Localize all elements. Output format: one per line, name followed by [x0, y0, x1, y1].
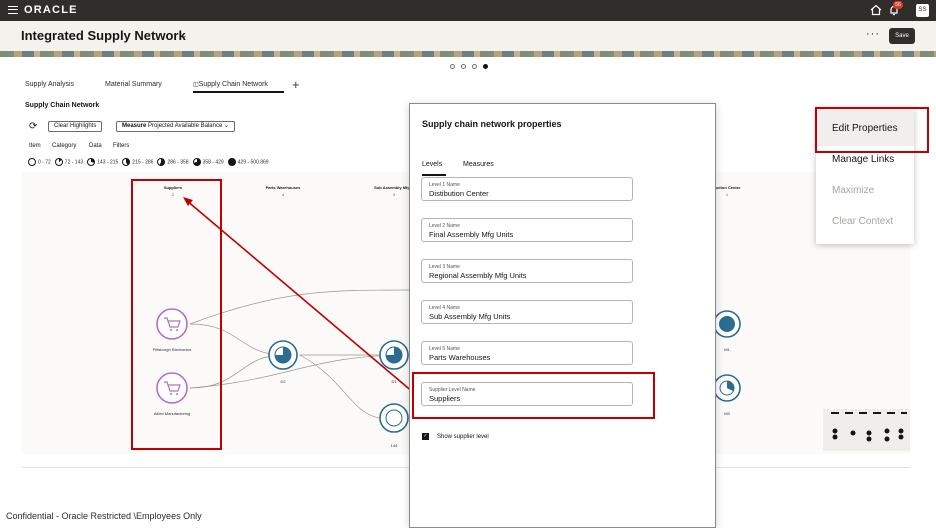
overview-map[interactable]: [823, 409, 910, 451]
field-label: Level 4 Name: [429, 305, 460, 311]
panel-title: Supply chain network properties: [422, 119, 562, 129]
show-supplier-level-checkbox[interactable]: ✓: [422, 433, 429, 440]
node-d1[interactable]: [379, 340, 409, 370]
menu-item-maximize[interactable]: Maximize: [832, 185, 874, 196]
node-label: D2: [280, 379, 286, 384]
field-label: Level 5 Name: [429, 346, 460, 352]
node-m1[interactable]: [713, 310, 741, 338]
level-3-name-field[interactable]: Level 3 Name Regional Assembly Mfg Units: [421, 259, 633, 283]
menu-item-manage-links[interactable]: Manage Links: [832, 154, 894, 165]
node-m3[interactable]: [713, 374, 741, 402]
annotation-box-edit-properties: [815, 107, 929, 153]
level-2-name-field[interactable]: Level 2 Name Final Assembly Mfg Units: [421, 218, 633, 242]
tab-measures[interactable]: Measures: [463, 161, 494, 168]
field-value: Final Assembly Mfg Units: [429, 230, 514, 239]
confidential-footer: Confidential - Oracle Restricted \Employ…: [6, 511, 202, 521]
menu-item-clear-context[interactable]: Clear Context: [832, 216, 893, 227]
level-1-name-field[interactable]: Level 1 Name Distibution Center: [421, 177, 633, 201]
field-value: Sub Assembly Mfg Units: [429, 312, 511, 321]
tab-levels[interactable]: Levels: [422, 161, 442, 168]
level-5-name-field[interactable]: Level 5 Name Parts Warehouses: [421, 341, 633, 365]
field-label: Level 2 Name: [429, 223, 460, 229]
supply-chain-network-properties-panel: Supply chain network properties Levels M…: [409, 103, 716, 528]
network-links: [189, 289, 410, 419]
field-value: Distibution Center: [429, 189, 489, 198]
field-value: Regional Assembly Mfg Units: [429, 271, 527, 280]
annotation-box-suppliers-column: [131, 179, 222, 450]
show-supplier-level-label: Show supplier level: [437, 434, 489, 440]
level-4-name-field[interactable]: Level 4 Name Sub Assembly Mfg Units: [421, 300, 633, 324]
node-144[interactable]: [379, 403, 409, 433]
node-d2[interactable]: [268, 340, 298, 370]
field-value: Parts Warehouses: [429, 353, 491, 362]
overview-thumbnail: [831, 412, 907, 442]
active-tab-underline: [422, 174, 446, 176]
field-label: Level 3 Name: [429, 264, 460, 270]
annotation-box-supplier-level-field: [412, 372, 655, 419]
field-label: Level 1 Name: [429, 182, 460, 188]
